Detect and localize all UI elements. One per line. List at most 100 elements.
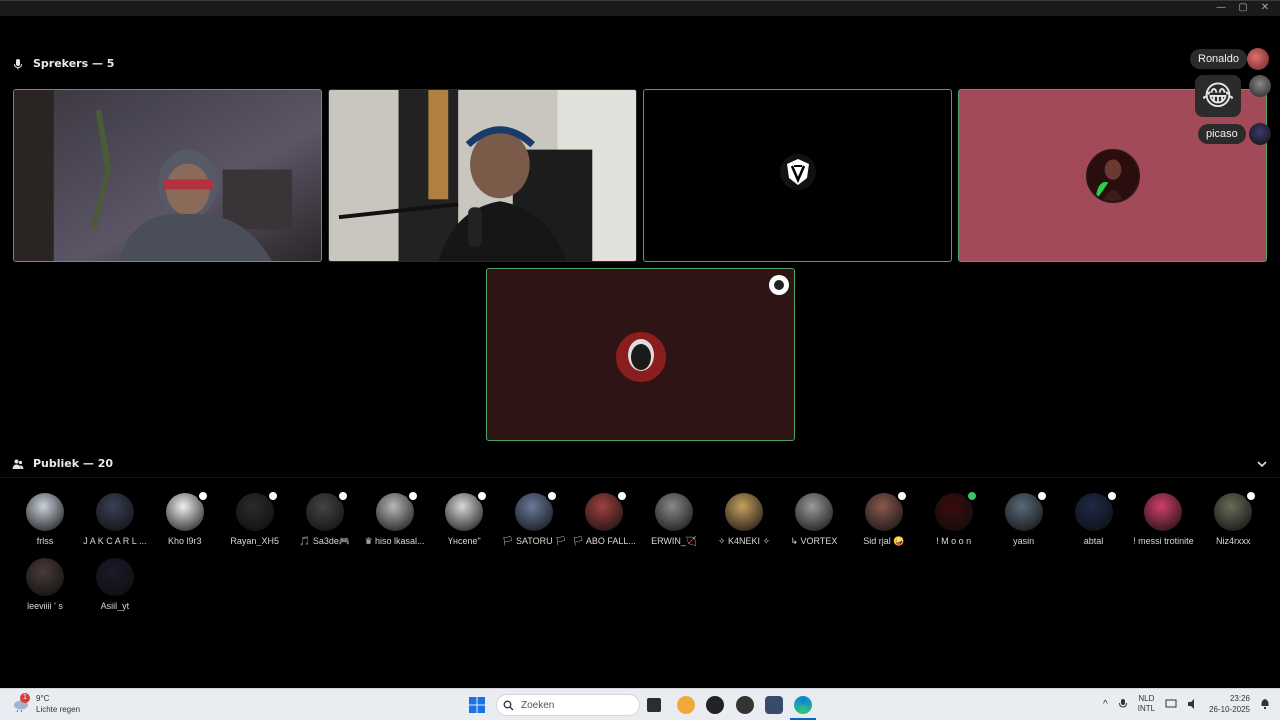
app-g-icon[interactable] — [706, 696, 724, 714]
speakers-label: Sprekers — 5 — [33, 57, 115, 70]
audience-member[interactable]: Үнcene" — [429, 490, 499, 546]
audience-member[interactable]: ↳ VORTEX — [779, 493, 849, 547]
speaker-tile-5[interactable] — [486, 268, 795, 441]
audience-member-name: J A K C A R L ... — [83, 536, 147, 546]
audience-status-badge — [895, 490, 908, 502]
language-indicator[interactable]: NLD INTL — [1138, 694, 1155, 714]
side-avatar-picaso[interactable] — [1249, 123, 1271, 145]
network-icon[interactable] — [1165, 698, 1177, 710]
clock[interactable]: 23:26 26-10-2025 — [1209, 693, 1250, 715]
audience-member-name: Rayan_XH5 — [230, 536, 279, 546]
audience-member-name: Niz4rxxx — [1216, 536, 1251, 546]
audience-member-name: 🏳 ABO FALL... — [572, 536, 636, 546]
audience-status-badge — [1245, 490, 1258, 502]
audience-member[interactable]: Niz4rxxx — [1198, 490, 1268, 546]
audience-member[interactable]: yasin — [989, 490, 1059, 546]
audience-avatar — [1144, 493, 1183, 531]
task-view-icon[interactable] — [647, 698, 661, 712]
audience-avatar — [26, 558, 64, 596]
audience-member[interactable]: leeviiii ' s — [10, 558, 80, 611]
speaker-tile-2[interactable] — [328, 89, 637, 262]
speaker-avatar-5-image — [616, 332, 666, 382]
audience-member[interactable]: Asiil_yt — [80, 558, 150, 611]
audience-member-name: yasin — [1013, 536, 1035, 546]
shield-logo-icon — [787, 159, 809, 185]
window-controls: — ▢ ✕ — [1212, 1, 1274, 15]
close-button[interactable]: ✕ — [1256, 1, 1274, 15]
search-icon — [503, 700, 514, 710]
taskbar: 1 9°C Lichte regen Zoeken ^ NLD INTL 23:… — [0, 688, 1280, 720]
audience-member-name: ♛ hiso lkasal... — [364, 536, 425, 546]
audience-avatar — [725, 493, 763, 531]
audience-avatar — [95, 558, 134, 596]
audience-member[interactable]: frlss — [10, 493, 80, 546]
volume-icon[interactable] — [1187, 698, 1199, 710]
minimize-button[interactable]: — — [1212, 1, 1230, 15]
system-tray: ^ NLD INTL 23:26 26-10-2025 — [1103, 693, 1270, 715]
audience-member[interactable]: Kho l9r3 — [150, 490, 220, 546]
side-name-ronaldo: Ronaldo — [1190, 49, 1247, 69]
speaker-tile-3[interactable] — [643, 89, 952, 262]
audience-status-badge — [1105, 490, 1118, 502]
maximize-button[interactable]: ▢ — [1234, 1, 1252, 15]
speaker-video-1 — [14, 90, 321, 261]
audience-avatar — [1214, 490, 1258, 531]
audience-member-name: Sid rjal 🤪 — [863, 536, 905, 546]
windows-start-icon[interactable] — [469, 697, 485, 713]
taskbar-search[interactable]: Zoeken — [496, 694, 640, 716]
audience-member[interactable]: J A K C A R L ... — [80, 493, 150, 546]
weather-widget[interactable]: 1 9°C Lichte regen — [12, 693, 80, 715]
audience-header: Publiek — 20 — [12, 457, 113, 470]
weather-badge: 1 — [20, 693, 30, 703]
audience-status-badge — [196, 490, 209, 502]
audience-avatar — [794, 493, 833, 531]
audience-avatar — [1004, 490, 1048, 531]
audience-member[interactable]: Rayan_XH5 — [220, 490, 290, 546]
tray-overflow-icon[interactable]: ^ — [1103, 699, 1108, 710]
chat-app-icon[interactable] — [677, 696, 695, 714]
audience-member[interactable]: 🏳 SATORU 🏳 — [499, 490, 569, 547]
audience-avatar — [445, 490, 489, 531]
audience-member[interactable]: Sid rjal 🤪 — [849, 490, 919, 547]
audience-member[interactable]: ✧ K4NEKI ✧ — [709, 493, 779, 547]
weather-icon: 1 — [12, 693, 30, 713]
notification-bell-icon[interactable] — [1260, 698, 1270, 710]
audience-member-name: ! messi trotinite — [1133, 536, 1194, 546]
speaker-avatar-4-image — [1088, 151, 1138, 201]
audience-member-name: Үнcene" — [448, 536, 481, 546]
audience-avatar — [1074, 490, 1118, 531]
speaker-tile-1[interactable] — [13, 89, 322, 262]
audience-member-name: Asiil_yt — [100, 601, 130, 611]
speaker-avatar-3 — [780, 154, 816, 190]
audience-member-name: frlss — [36, 536, 54, 546]
search-placeholder: Zoeken — [521, 699, 555, 711]
app-icon-3[interactable] — [736, 696, 754, 714]
audience-avatar — [585, 490, 629, 531]
audience-avatar — [95, 493, 134, 531]
chevron-down-icon[interactable] — [1256, 458, 1268, 470]
audience-member[interactable]: ! M o o n — [919, 490, 989, 546]
lang-top: NLD — [1138, 694, 1155, 703]
audience-member[interactable]: 🏳 ABO FALL... — [569, 490, 639, 547]
audience-member-name: leeviiii ' s — [27, 601, 63, 611]
side-name-picaso: picaso — [1198, 124, 1246, 144]
audience-status-badge — [476, 490, 489, 502]
audience-status-badge — [266, 490, 279, 502]
audience-member[interactable]: ♛ hiso lkasal... — [360, 490, 430, 547]
app-icon-4[interactable] — [765, 696, 783, 714]
audience-member[interactable]: abtal — [1059, 490, 1129, 546]
audience-avatar — [375, 490, 419, 531]
speaker-avatar-4 — [1086, 149, 1140, 203]
audience-member[interactable]: ERWIN_🏹 — [639, 493, 709, 547]
audience-member-name: 🏳 SATORU 🏳 — [502, 536, 567, 546]
lang-bottom: INTL — [1137, 704, 1156, 713]
tray-mic-icon[interactable] — [1118, 698, 1128, 710]
side-avatar-ronaldo[interactable] — [1247, 48, 1269, 70]
audience-label: Publiek — 20 — [33, 457, 114, 470]
audience-avatar — [235, 490, 279, 531]
edge-browser-icon[interactable] — [794, 696, 812, 714]
audience-member[interactable]: 🎵 Sa3de🎮 — [290, 490, 360, 547]
audience-member[interactable]: ! messi trotinite — [1128, 493, 1198, 546]
side-avatar-2[interactable] — [1249, 75, 1271, 97]
titlebar-accent-line — [0, 0, 1280, 1]
